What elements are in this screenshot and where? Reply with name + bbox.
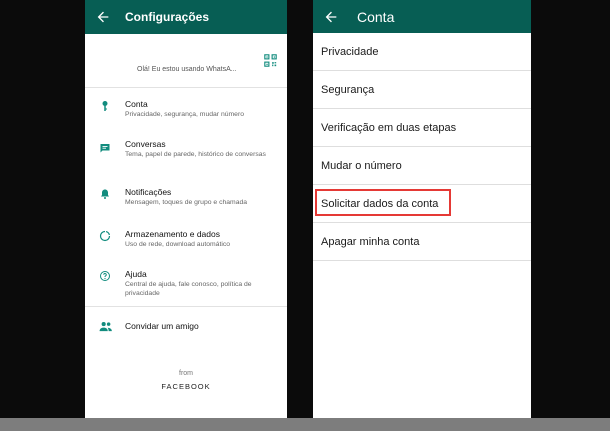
brand-label: FACEBOOK [161,382,211,391]
account-item-label: Segurança [321,83,375,96]
account-item-apagar-conta[interactable]: Apagar minha conta [313,223,531,261]
account-item-verificacao[interactable]: Verificação em duas etapas [313,109,531,147]
from-label: from [179,370,193,377]
page-title: Configurações [125,10,210,24]
bottom-strip [0,418,610,431]
settings-screen: Configurações Olá! Eu estou usando Whats… [85,0,287,418]
settings-item-subtitle: Privacidade, segurança, mudar número [125,111,245,118]
settings-item-subtitle: Uso de rede, download automático [125,241,231,248]
app-bar: Configurações [85,0,287,34]
back-arrow-icon[interactable] [95,9,111,25]
invite-friend-label: Convidar um amigo [125,321,199,331]
account-item-label: Verificação em duas etapas [321,121,457,134]
profile-status: Olá! Eu estou usando WhatsA... [137,66,237,73]
account-item-label: Mudar o número [321,159,402,172]
settings-item-notificacoes[interactable]: Notificações Mensagem, toques de grupo e… [85,176,287,218]
account-item-label: Solicitar dados da conta [321,197,439,210]
settings-item-title: Armazenamento e dados [125,229,220,239]
settings-item-title: Ajuda [125,269,147,279]
app-bar: Conta [313,0,531,33]
settings-item-subtitle: Tema, papel de parede, histórico de conv… [125,151,266,158]
settings-item-title: Notificações [125,187,172,197]
people-icon [99,322,112,332]
settings-item-armazenamento[interactable]: Armazenamento e dados Uso de rede, downl… [85,218,287,258]
settings-item-title: Conta [125,99,148,109]
settings-item-conversas[interactable]: Conversas Tema, papel de parede, históri… [85,128,287,176]
back-arrow-icon[interactable] [323,9,339,25]
account-item-solicitar-dados[interactable]: Solicitar dados da conta [313,185,531,223]
page-title: Conta [357,8,395,25]
settings-item-ajuda[interactable]: Ajuda Central de ajuda, fale conosco, po… [85,258,287,306]
account-screen: Conta Privacidade Segurança Verificação … [313,0,531,418]
data-usage-icon [99,230,111,242]
account-item-mudar-numero[interactable]: Mudar o número [313,147,531,185]
key-icon [102,101,108,111]
help-icon [100,271,110,281]
settings-item-conta[interactable]: Conta Privacidade, segurança, mudar núme… [85,88,287,128]
settings-item-subtitle: Central de ajuda, fale conosco, política… [125,281,252,297]
settings-item-subtitle: Mensagem, toques de grupo e chamada [125,199,248,206]
settings-item-title: Conversas [125,139,166,149]
account-item-label: Apagar minha conta [321,235,420,248]
account-item-privacidade[interactable]: Privacidade [313,33,531,71]
bell-icon [101,189,109,199]
qr-code-icon[interactable] [264,54,277,67]
profile-row[interactable]: Olá! Eu estou usando WhatsA... [85,34,287,88]
account-item-seguranca[interactable]: Segurança [313,71,531,109]
invite-friend-item[interactable]: Convidar um amigo [85,307,287,347]
account-item-label: Privacidade [321,45,379,58]
chat-icon [100,144,110,153]
